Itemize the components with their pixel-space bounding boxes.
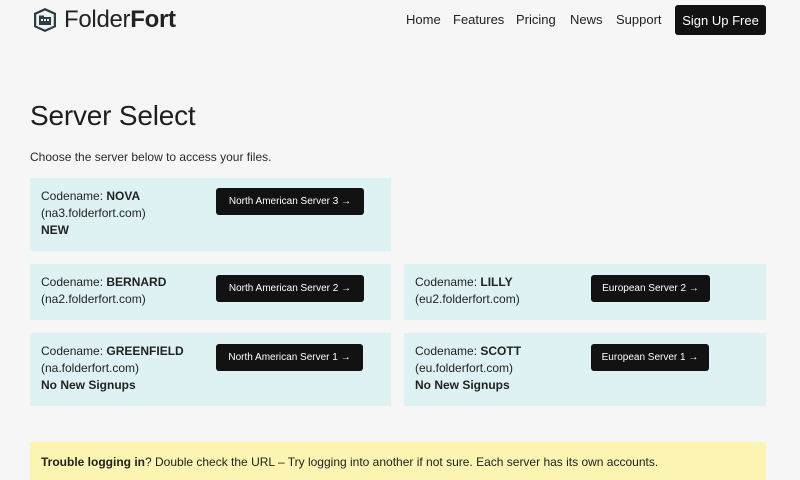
server-card-lilly: Codename: LILLY (eu2.folderfort.com) Eur… (404, 264, 766, 320)
server-info: Codename: SCOTT (eu.folderfort.com) No N… (415, 343, 521, 394)
server-info: Codename: LILLY (eu2.folderfort.com) (415, 274, 520, 308)
server-status: No New Signups (41, 378, 136, 392)
codename-line: Codename: LILLY (415, 274, 520, 291)
codename-label: Codename: (41, 344, 107, 358)
nav-pricing[interactable]: Pricing (516, 12, 556, 27)
codename-line: Codename: BERNARD (41, 274, 166, 291)
server-card-bernard: Codename: BERNARD (na2.folderfort.com) N… (30, 264, 391, 320)
codename-label: Codename: (41, 189, 107, 203)
codename-label: Codename: (41, 275, 107, 289)
server-card-greenfield: Codename: GREENFIELD (na.folderfort.com)… (30, 333, 391, 406)
north-american-server-3-button[interactable]: North American Server 3 → (216, 188, 364, 215)
codename-value: LILLY (480, 275, 513, 289)
codename-line: Codename: NOVA (41, 188, 146, 205)
login-help-notice: Trouble logging in? Double check the URL… (30, 442, 766, 480)
codename-value: NOVA (106, 189, 141, 203)
page-title: Server Select (30, 100, 196, 131)
european-server-2-button[interactable]: European Server 2 → (591, 275, 710, 302)
codename-value: BERNARD (106, 275, 167, 289)
codename-value: GREENFIELD (106, 344, 184, 358)
server-status: NEW (41, 223, 69, 237)
codename-line: Codename: GREENFIELD (41, 343, 184, 360)
codename-label: Codename: (415, 275, 481, 289)
server-host: (eu.folderfort.com) (415, 361, 514, 375)
page-subtitle: Choose the server below to access your f… (30, 150, 272, 164)
server-host: (na.folderfort.com) (41, 361, 140, 375)
notice-heading: Trouble logging in (41, 455, 145, 469)
server-card-scott: Codename: SCOTT (eu.folderfort.com) No N… (404, 333, 766, 406)
nav-home[interactable]: Home (406, 12, 441, 27)
site-header: FolderFort Home Features Pricing News Su… (0, 0, 800, 42)
codename-value: SCOTT (480, 344, 522, 358)
sign-up-button[interactable]: Sign Up Free (675, 5, 766, 35)
server-host: (na2.folderfort.com) (41, 292, 146, 306)
nav-news[interactable]: News (570, 12, 603, 27)
server-status: No New Signups (415, 378, 510, 392)
codename-line: Codename: SCOTT (415, 343, 521, 360)
codename-label: Codename: (415, 344, 481, 358)
server-card-nova: Codename: NOVA (na3.folderfort.com) NEW … (30, 178, 391, 251)
notice-text: ? Double check the URL – Try logging int… (145, 455, 659, 469)
north-american-server-1-button[interactable]: North American Server 1 → (216, 344, 363, 371)
nav-support[interactable]: Support (616, 12, 662, 27)
european-server-1-button[interactable]: European Server 1 → (591, 344, 709, 371)
server-info: Codename: NOVA (na3.folderfort.com) NEW (41, 188, 146, 239)
server-host: (eu2.folderfort.com) (415, 292, 520, 306)
north-american-server-2-button[interactable]: North American Server 2 → (216, 275, 364, 302)
server-info: Codename: BERNARD (na2.folderfort.com) (41, 274, 166, 308)
nav-features[interactable]: Features (453, 12, 504, 27)
server-info: Codename: GREENFIELD (na.folderfort.com)… (41, 343, 184, 394)
server-host: (na3.folderfort.com) (41, 206, 146, 220)
page: FolderFort Home Features Pricing News Su… (0, 0, 800, 480)
